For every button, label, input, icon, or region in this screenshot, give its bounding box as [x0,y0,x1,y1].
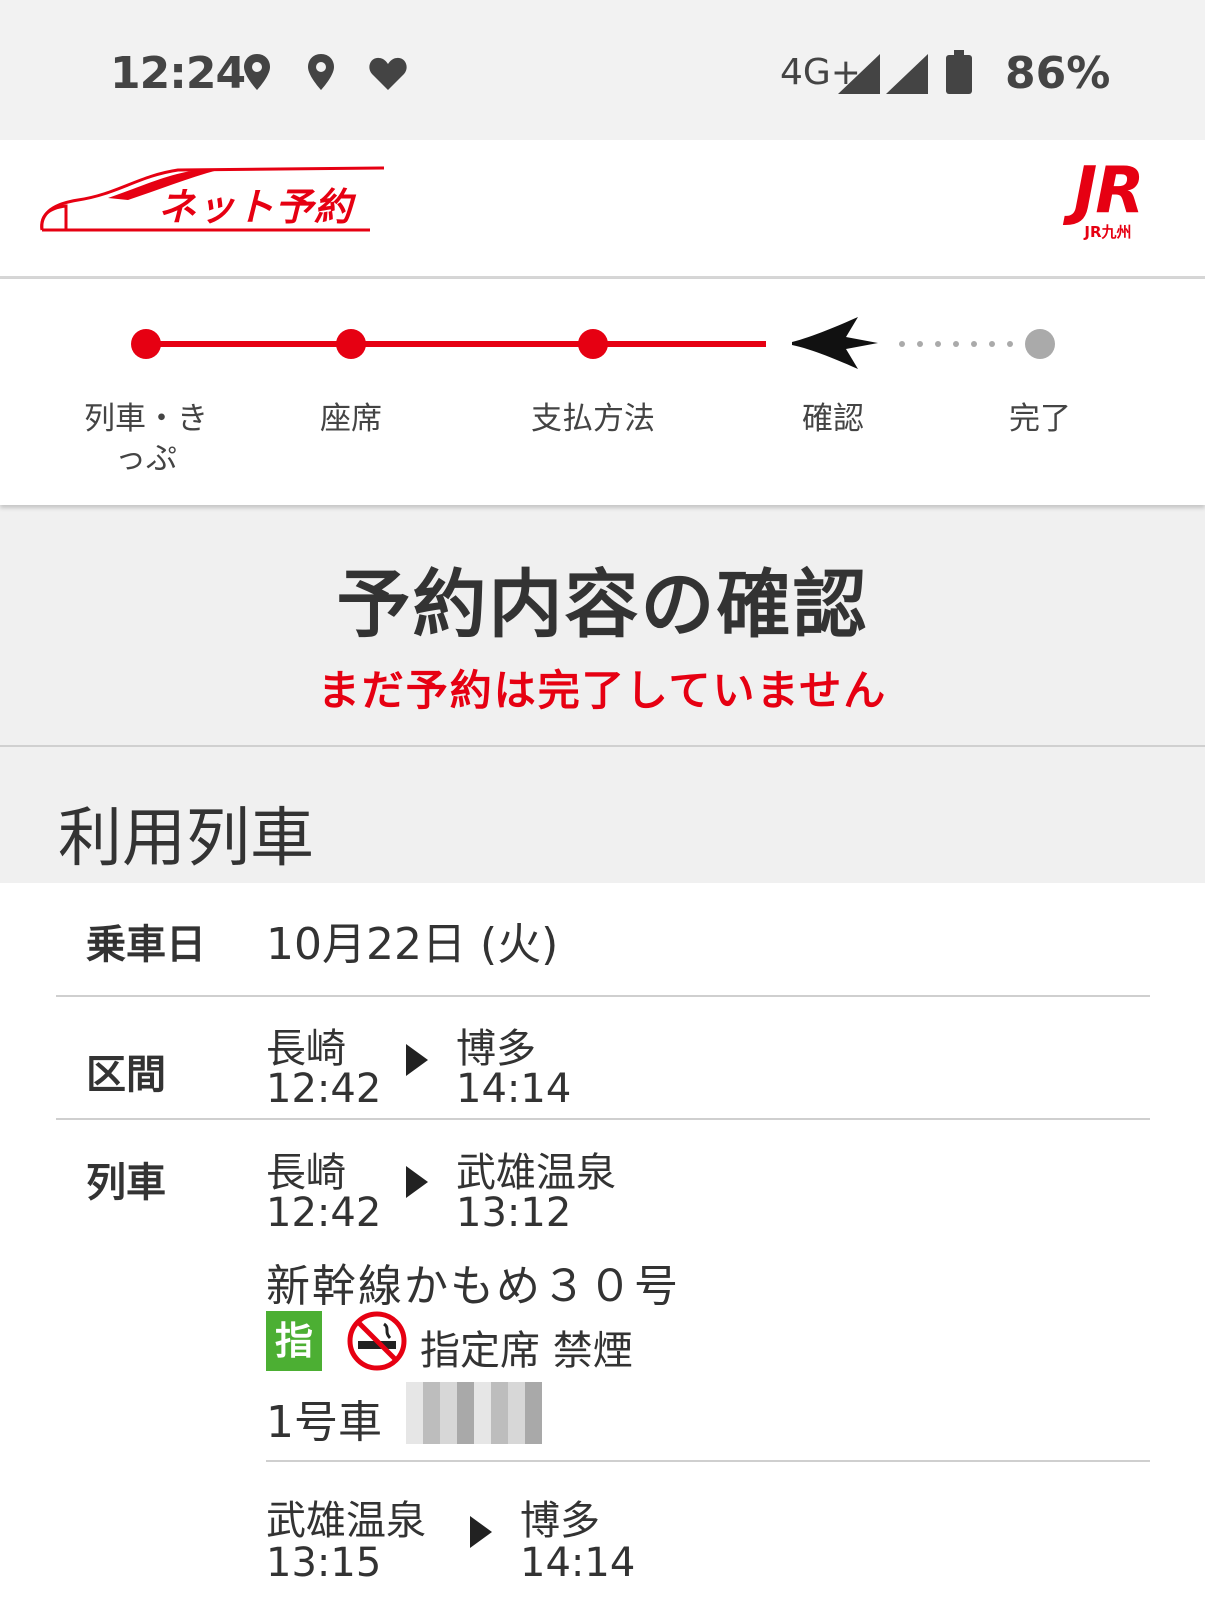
location-icon [308,54,334,90]
progress-steps: 列車・き っぷ 座席 支払方法 確認 完了 [0,279,1205,505]
date-label: 乗車日 [86,922,206,968]
not-complete-notice: まだ予約は完了していません [317,666,888,715]
step-label-seat: 座席 [320,401,382,437]
train-label: 列車 [86,1160,166,1206]
step-dot-done [336,329,366,359]
location-icon [244,54,270,90]
step-dot-pending [1025,329,1055,359]
seat-type: 指定席 禁煙 [420,1328,633,1374]
divider [56,995,1150,997]
leg2-to-time: 14:14 [520,1540,636,1586]
car-number: 1号車 [266,1397,382,1448]
divider [56,1118,1150,1120]
signal-icon [886,54,928,94]
leg2-from-time: 13:15 [266,1540,382,1586]
confirm-header: 予約内容の確認 まだ予約は完了していません [0,505,1205,747]
status-bar: 12:24 4G+ 86% [0,0,1205,140]
section-title: 利用列車 [58,802,314,876]
route-to-time: 14:14 [456,1066,572,1112]
leg1-arrow-icon [406,1166,428,1198]
leg2-arrow-icon [470,1516,492,1548]
step-label-complete: 完了 [1009,401,1071,437]
step-dot-done [131,329,161,359]
leg1-from-time: 12:42 [266,1190,382,1236]
battery-icon [946,50,972,94]
status-time: 12:24 [110,48,246,99]
battery-percent: 86% [1005,48,1111,99]
reserved-seat-badge: 指 [266,1311,322,1371]
app-header: ネット予約 JR JR九州 [0,140,1205,279]
leg1-train-name: 新幹線かもめ３０号 [266,1261,680,1312]
heart-icon [369,57,407,90]
step-label-payment: 支払方法 [531,401,655,437]
section-header: 利用列車 [0,747,1205,883]
step-dot-done [578,329,608,359]
route-arrow-icon [406,1044,428,1076]
leg2-to-station: 博多 [520,1498,600,1544]
page-title: 予約内容の確認 [336,562,869,648]
no-smoking-icon [347,1311,407,1371]
step-label-train-ticket: 列車・き っぷ [84,401,208,477]
date-value: 10月22日 (火) [266,919,559,970]
progress-track [131,317,1055,369]
seat-number-redacted [406,1382,542,1444]
leg2-from-station: 武雄温泉 [266,1498,426,1544]
route-label: 区間 [86,1052,166,1098]
current-step-arrow-icon [792,317,878,369]
divider [266,1460,1150,1462]
leg1-to-time: 13:12 [456,1190,572,1236]
route-from-time: 12:42 [266,1066,382,1112]
step-label-confirm: 確認 [802,401,864,437]
logo-text: ネット予約 [158,185,354,229]
signal-icon [838,54,880,94]
jr-kyushu-logo: JR JR九州 [1073,154,1144,241]
